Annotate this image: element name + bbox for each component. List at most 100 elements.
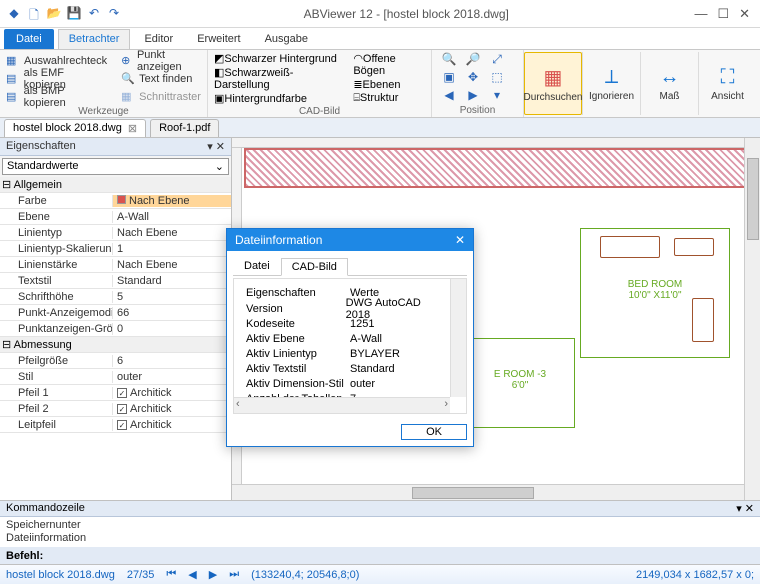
ribbon-big-buttons: ▦Durchsuchen ⟂Ignorieren ↔Maß ⛶Ansicht: [524, 50, 756, 117]
property-row[interactable]: Schrifthöhe5: [0, 289, 231, 305]
fit-icon[interactable]: ▣: [438, 70, 460, 85]
dialog-close-icon[interactable]: ✕: [455, 233, 465, 247]
window-title: ABViewer 12 - [hostel block 2018.dwg]: [128, 7, 684, 21]
group-label: CAD-Bild: [214, 105, 425, 118]
btn-ignorieren[interactable]: ⟂Ignorieren: [582, 52, 640, 115]
tab-betrachter[interactable]: Betrachter: [58, 29, 131, 49]
command-panel-title: Kommandozeile▾ ✕: [0, 501, 760, 517]
property-row[interactable]: Stilouter: [0, 369, 231, 385]
property-row[interactable]: Punkt-Anzeigemodi66: [0, 305, 231, 321]
file-tab[interactable]: Datei: [4, 29, 54, 49]
property-row[interactable]: Pfeilgröße6: [0, 353, 231, 369]
ribbon-group-werkzeuge: ▦Auswahlrechteck ▤als EMF kopieren ▤als …: [0, 50, 208, 117]
zoom-extents-icon[interactable]: ⤢: [486, 52, 508, 67]
status-size: 2149,034 x 1682,57 x 0;: [636, 569, 754, 581]
btn-ebenen[interactable]: ≣Ebenen: [353, 78, 425, 91]
property-filter-select[interactable]: Standardwerte⌄: [2, 158, 229, 175]
tab-editor[interactable]: Editor: [134, 29, 183, 49]
btn-text-finden[interactable]: 🔍Text finden: [121, 70, 201, 87]
dialog-tab-datei[interactable]: Datei: [233, 257, 281, 275]
property-row[interactable]: FarbeNach Ebene: [0, 193, 231, 209]
undo-icon[interactable]: ↶: [86, 6, 102, 22]
redo-icon[interactable]: ↷: [106, 6, 122, 22]
browse-icon: ▦: [544, 65, 563, 90]
minimize-icon[interactable]: —: [694, 6, 707, 22]
ok-button[interactable]: OK: [401, 424, 467, 440]
property-grid[interactable]: ⊟ AllgemeinFarbeNach EbeneEbeneA-WallLin…: [0, 177, 231, 500]
new-icon[interactable]: 🗋: [26, 6, 42, 22]
doc-tab-2[interactable]: Roof-1.pdf: [150, 119, 219, 137]
property-row[interactable]: EbeneA-Wall: [0, 209, 231, 225]
btn-struktur[interactable]: ⌸Struktur: [353, 92, 425, 105]
app-icon[interactable]: ◆: [6, 6, 22, 22]
dialog-tabs: Datei CAD-Bild: [233, 257, 467, 276]
file-info-dialog: Dateiinformation ✕ Datei CAD-Bild Eigens…: [226, 228, 474, 447]
property-row[interactable]: TextstilStandard: [0, 273, 231, 289]
quick-access-toolbar: ◆ 🗋 📂 💾 ↶ ↷: [0, 6, 128, 22]
table-row: Aktiv LinientypBYLAYER: [240, 346, 444, 361]
dialog-table-scroll[interactable]: EigenschaftenWerteVersionDWG AutoCAD 201…: [233, 278, 467, 414]
btn-schwarzer-hg[interactable]: ◩Schwarzer Hintergrund: [214, 52, 339, 65]
btn-sw-darstellung[interactable]: ◧Schwarzweiß-Darstellung: [214, 66, 339, 91]
tab-ausgabe[interactable]: Ausgabe: [255, 29, 318, 49]
pan-icon[interactable]: ✥: [462, 70, 484, 85]
open-icon[interactable]: 📂: [46, 6, 62, 22]
zoom-out-icon[interactable]: 🔎: [462, 52, 484, 67]
save-icon[interactable]: 💾: [66, 6, 82, 22]
nav-last-icon[interactable]: ⏭: [229, 568, 239, 581]
property-section[interactable]: ⊟ Abmessung: [0, 337, 231, 353]
property-row[interactable]: Pfeil 1✓Architick: [0, 385, 231, 401]
scrollbar-horizontal[interactable]: [232, 484, 744, 500]
property-row[interactable]: Leitpfeil✓Architick: [0, 417, 231, 433]
tab-erweitert[interactable]: Erweitert: [187, 29, 250, 49]
chevron-down-icon: ⌄: [215, 160, 224, 173]
panel-pin-icon[interactable]: ▾ ✕: [207, 140, 225, 153]
btn-offene-boegen[interactable]: ◠Offene Bögen: [353, 52, 425, 77]
dialog-tab-cad[interactable]: CAD-Bild: [281, 258, 348, 276]
btn-punkt-anzeigen[interactable]: ⊕Punkt anzeigen: [121, 52, 201, 69]
blackbg-icon: ◩: [214, 53, 224, 65]
window-controls: — ☐ ✕: [684, 6, 760, 22]
find-icon: 🔍: [121, 72, 135, 86]
doc-tab-1[interactable]: hostel block 2018.dwg⊠: [4, 119, 146, 137]
scrollbar-vertical[interactable]: [744, 138, 760, 500]
zoom-in-icon[interactable]: 🔍: [438, 52, 460, 67]
tab-close-icon[interactable]: ⊠: [128, 122, 137, 135]
group-label: Position: [438, 104, 517, 117]
dialog-scroll-h[interactable]: ‹›: [234, 397, 450, 413]
table-row: Aktiv TextstilStandard: [240, 361, 444, 376]
nav-next-icon[interactable]: ▶: [209, 568, 217, 581]
nav-dd-icon[interactable]: ▾: [486, 88, 508, 103]
btn-schnittraster[interactable]: ▦Schnittraster: [121, 88, 201, 105]
btn-durchsuchen[interactable]: ▦Durchsuchen: [524, 52, 582, 115]
table-row: Aktiv Dimension-Stilouter: [240, 376, 444, 391]
property-row[interactable]: Punktanzeigen-Größe0: [0, 321, 231, 337]
property-row[interactable]: Pfeil 2✓Architick: [0, 401, 231, 417]
btn-ansicht[interactable]: ⛶Ansicht: [698, 52, 756, 115]
command-history[interactable]: Speichernunter Dateiinformation: [0, 517, 760, 547]
dialog-scroll-v[interactable]: [450, 279, 466, 397]
property-section[interactable]: ⊟ Allgemein: [0, 177, 231, 193]
property-row[interactable]: LinientypNach Ebene: [0, 225, 231, 241]
panel-pin-icon[interactable]: ▾ ✕: [736, 502, 754, 515]
btn-bmp-kopieren[interactable]: ▤als BMP kopieren: [6, 88, 107, 105]
property-row[interactable]: Linientyp-Skalierung1: [0, 241, 231, 257]
nav-prev-icon[interactable]: ◀: [188, 568, 196, 581]
extents-icon[interactable]: ⬚: [486, 70, 508, 85]
bgcolor-icon: ▣: [214, 93, 224, 105]
ignore-icon: ⟂: [605, 66, 618, 89]
command-panel: Kommandozeile▾ ✕ Speichernunter Dateiinf…: [0, 500, 760, 546]
command-input-row[interactable]: Befehl:: [0, 546, 760, 564]
btn-mass[interactable]: ↔Maß: [640, 52, 698, 115]
property-row[interactable]: LinienstärkeNach Ebene: [0, 257, 231, 273]
nav-left-icon[interactable]: ◀: [438, 88, 460, 103]
close-icon[interactable]: ✕: [739, 6, 750, 22]
nav-right-icon[interactable]: ▶: [462, 88, 484, 103]
btn-hintergrundfarbe[interactable]: ▣Hintergrundfarbe: [214, 92, 339, 105]
dialog-titlebar[interactable]: Dateiinformation ✕: [227, 229, 473, 251]
properties-panel: Eigenschaften▾ ✕ Standardwerte⌄ ⊟ Allgem…: [0, 138, 232, 500]
document-tabs: hostel block 2018.dwg⊠ Roof-1.pdf: [0, 118, 760, 138]
maximize-icon[interactable]: ☐: [717, 6, 729, 22]
dialog-title: Dateiinformation: [235, 233, 322, 247]
nav-first-icon[interactable]: ⏮: [166, 568, 176, 581]
